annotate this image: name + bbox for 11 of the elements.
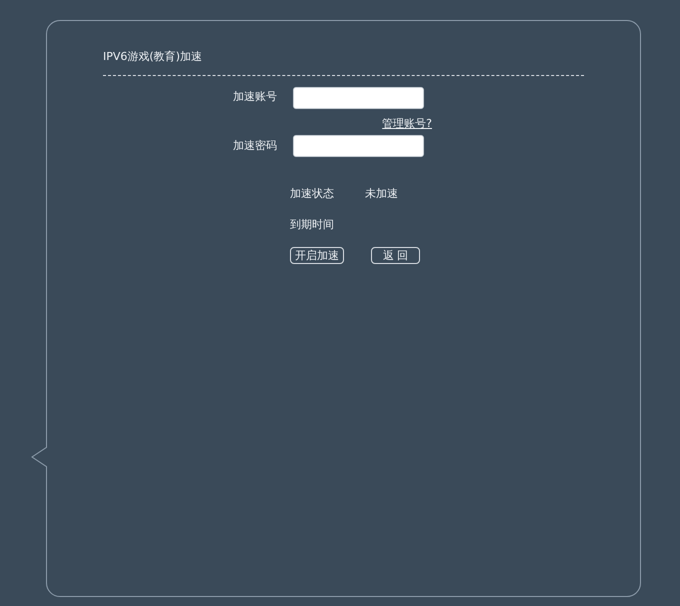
status-label: 加速状态	[290, 186, 335, 202]
status-label: 到期时间	[290, 216, 335, 232]
manage-account-link[interactable]: 管理账号?	[382, 116, 432, 132]
panel-title: IPV6游戏(教育)加速	[103, 49, 584, 76]
account-field[interactable]	[293, 86, 424, 108]
back-button[interactable]: 返 回	[371, 247, 420, 264]
status-value: 未加速	[365, 186, 399, 202]
field-label: 加速账号	[232, 89, 277, 106]
password-field[interactable]	[293, 135, 424, 157]
field-label: 加速密码	[232, 138, 277, 154]
start-button[interactable]: 开启加速	[290, 247, 344, 264]
